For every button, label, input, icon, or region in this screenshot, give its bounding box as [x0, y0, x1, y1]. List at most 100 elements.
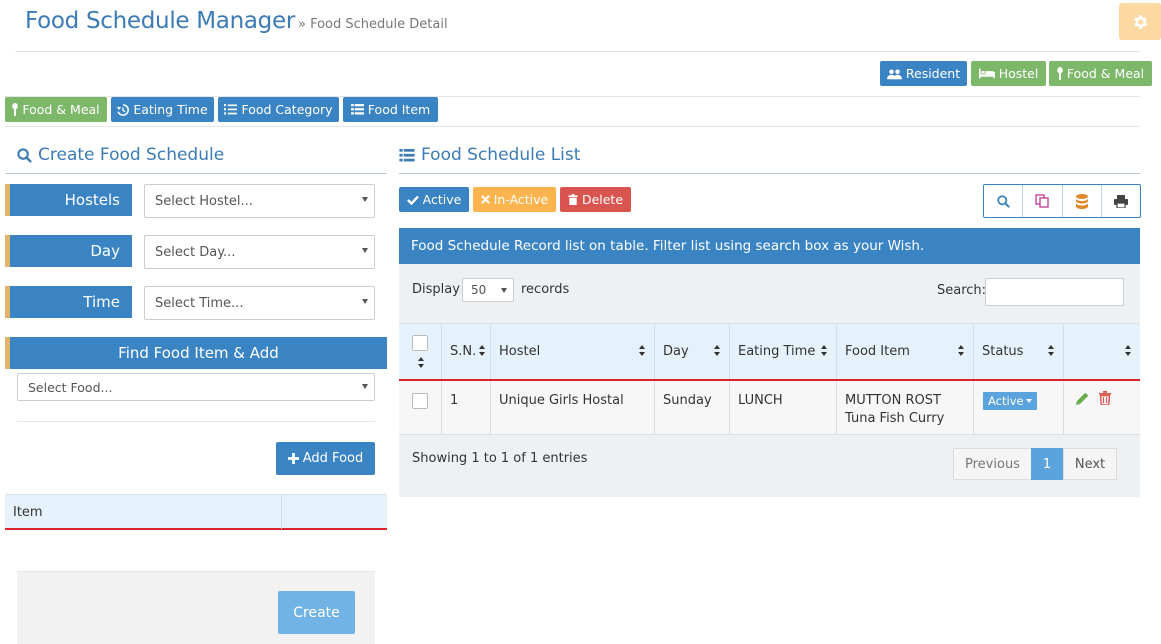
sort-icon: [714, 345, 721, 357]
gear-icon: [1134, 14, 1148, 29]
pencil-icon[interactable]: [1075, 392, 1089, 406]
time-label: Time: [5, 286, 132, 318]
column-hostel[interactable]: Hostel: [491, 324, 655, 379]
subnav-food-meal-label: Food & Meal: [22, 102, 100, 117]
records-label: records: [521, 282, 570, 297]
create-button[interactable]: Create: [278, 591, 355, 634]
caret-down-icon: [362, 384, 368, 389]
find-food-header: Find Food Item & Add: [5, 337, 387, 369]
search-toggle-button[interactable]: [984, 185, 1024, 217]
column-actions[interactable]: [1064, 324, 1140, 379]
column-eating-time-label: Eating Time: [738, 344, 816, 359]
create-schedule-title: Create Food Schedule: [17, 145, 224, 165]
pagination-previous[interactable]: Previous: [953, 448, 1032, 480]
day-label: Day: [5, 235, 132, 267]
column-sn[interactable]: S.N.: [442, 324, 491, 379]
pagination-next[interactable]: Next: [1063, 448, 1117, 480]
schedule-list-title: Food Schedule List: [399, 145, 580, 165]
hostel-select[interactable]: Select Hostel...: [144, 184, 375, 218]
cell-day: Sunday: [655, 381, 730, 434]
caret-down-icon: [362, 299, 368, 304]
column-status[interactable]: Status: [974, 324, 1064, 379]
history-icon: [117, 103, 130, 116]
subnav-food-item-button[interactable]: Food Item: [343, 97, 438, 122]
spoon-icon: [1057, 67, 1063, 80]
search-input[interactable]: [985, 278, 1124, 306]
trash-icon[interactable]: [1099, 391, 1111, 405]
divider: [5, 126, 1140, 127]
bulk-active-label: Active: [422, 192, 462, 207]
column-food-item[interactable]: Food Item: [837, 324, 974, 379]
table-header: S.N. Hostel Day Eating Time Food Item St…: [399, 323, 1140, 381]
sort-icon: [821, 345, 828, 357]
list-info-banner: Food Schedule Record list on table. Filt…: [399, 228, 1140, 264]
day-select-value: Select Day...: [155, 244, 236, 260]
cell-sn: 1: [442, 381, 491, 434]
caret-down-icon: [362, 197, 368, 202]
cell-food-item: MUTTON ROST Tuna Fish Curry: [837, 381, 974, 434]
settings-button[interactable]: [1119, 3, 1161, 40]
subnav-eating-time-button[interactable]: Eating Time: [111, 97, 214, 122]
time-select-value: Select Time...: [155, 295, 244, 311]
nav-food-meal-label: Food & Meal: [1066, 66, 1145, 81]
cell-hostel: Unique Girls Hostal: [491, 381, 655, 434]
subnav-food-category-button[interactable]: Food Category: [218, 97, 339, 122]
pagination-page-1[interactable]: 1: [1031, 448, 1063, 480]
item-column-header: Item: [13, 504, 43, 520]
bed-icon: [978, 68, 995, 79]
bulk-delete-button[interactable]: Delete: [560, 187, 631, 212]
export-toolbar: [983, 184, 1141, 218]
print-button[interactable]: [1102, 185, 1140, 217]
time-select[interactable]: Select Time...: [144, 286, 375, 320]
records-per-page-select[interactable]: 50: [462, 278, 514, 302]
divider: [15, 51, 1141, 52]
display-label: Display: [412, 282, 460, 297]
column-hostel-label: Hostel: [499, 344, 541, 359]
list-icon: [399, 148, 415, 161]
select-all-checkbox[interactable]: [412, 335, 428, 351]
table-row: 1 Unique Girls Hostal Sunday LUNCH MUTTO…: [399, 381, 1140, 435]
subnav-food-meal-button[interactable]: Food & Meal: [5, 97, 107, 122]
bulk-inactive-button[interactable]: In-Active: [473, 187, 556, 212]
sort-icon: [1048, 345, 1055, 357]
table-summary: Showing 1 to 1 of 1 entries: [412, 451, 588, 466]
add-food-label: Add Food: [302, 451, 364, 466]
row-select-cell: [399, 381, 442, 434]
schedule-list-title-text: Food Schedule List: [421, 145, 581, 165]
subnav-eating-time-label: Eating Time: [133, 102, 208, 117]
list-ol-icon: [224, 104, 238, 115]
column-divider: [281, 495, 282, 529]
column-day-label: Day: [663, 344, 689, 359]
cell-actions: [1064, 381, 1140, 434]
column-day[interactable]: Day: [655, 324, 730, 379]
spoon-icon: [12, 103, 19, 116]
column-eating-time[interactable]: Eating Time: [730, 324, 837, 379]
status-dropdown[interactable]: Active: [983, 392, 1037, 410]
export-button[interactable]: [1063, 185, 1102, 217]
bulk-active-button[interactable]: Active: [399, 187, 469, 212]
database-icon: [1075, 193, 1088, 209]
add-food-button[interactable]: Add Food: [276, 442, 375, 475]
food-select-value: Select Food...: [28, 379, 113, 395]
column-food-item-label: Food Item: [845, 344, 910, 359]
search-icon: [17, 147, 32, 163]
users-icon: [886, 69, 902, 79]
subnav-food-item-label: Food Item: [367, 102, 431, 117]
copy-button[interactable]: [1023, 185, 1063, 217]
print-icon: [1113, 194, 1128, 208]
search-label: Search:: [937, 283, 987, 298]
plus-icon: [287, 453, 299, 464]
nav-hostel-button[interactable]: Hostel: [971, 61, 1046, 86]
nav-food-meal-button[interactable]: Food & Meal: [1049, 61, 1152, 86]
day-select[interactable]: Select Day...: [144, 235, 375, 269]
divider: [17, 421, 375, 422]
sort-icon: [958, 345, 965, 357]
row-checkbox[interactable]: [412, 393, 428, 409]
food-select[interactable]: Select Food...: [17, 373, 375, 401]
check-icon: [406, 195, 419, 205]
nav-resident-button[interactable]: Resident: [880, 61, 967, 86]
breadcrumb: » Food Schedule Detail: [298, 17, 448, 32]
hostel-select-value: Select Hostel...: [155, 193, 253, 209]
sort-icon[interactable]: [418, 357, 425, 369]
sort-icon: [479, 345, 486, 357]
